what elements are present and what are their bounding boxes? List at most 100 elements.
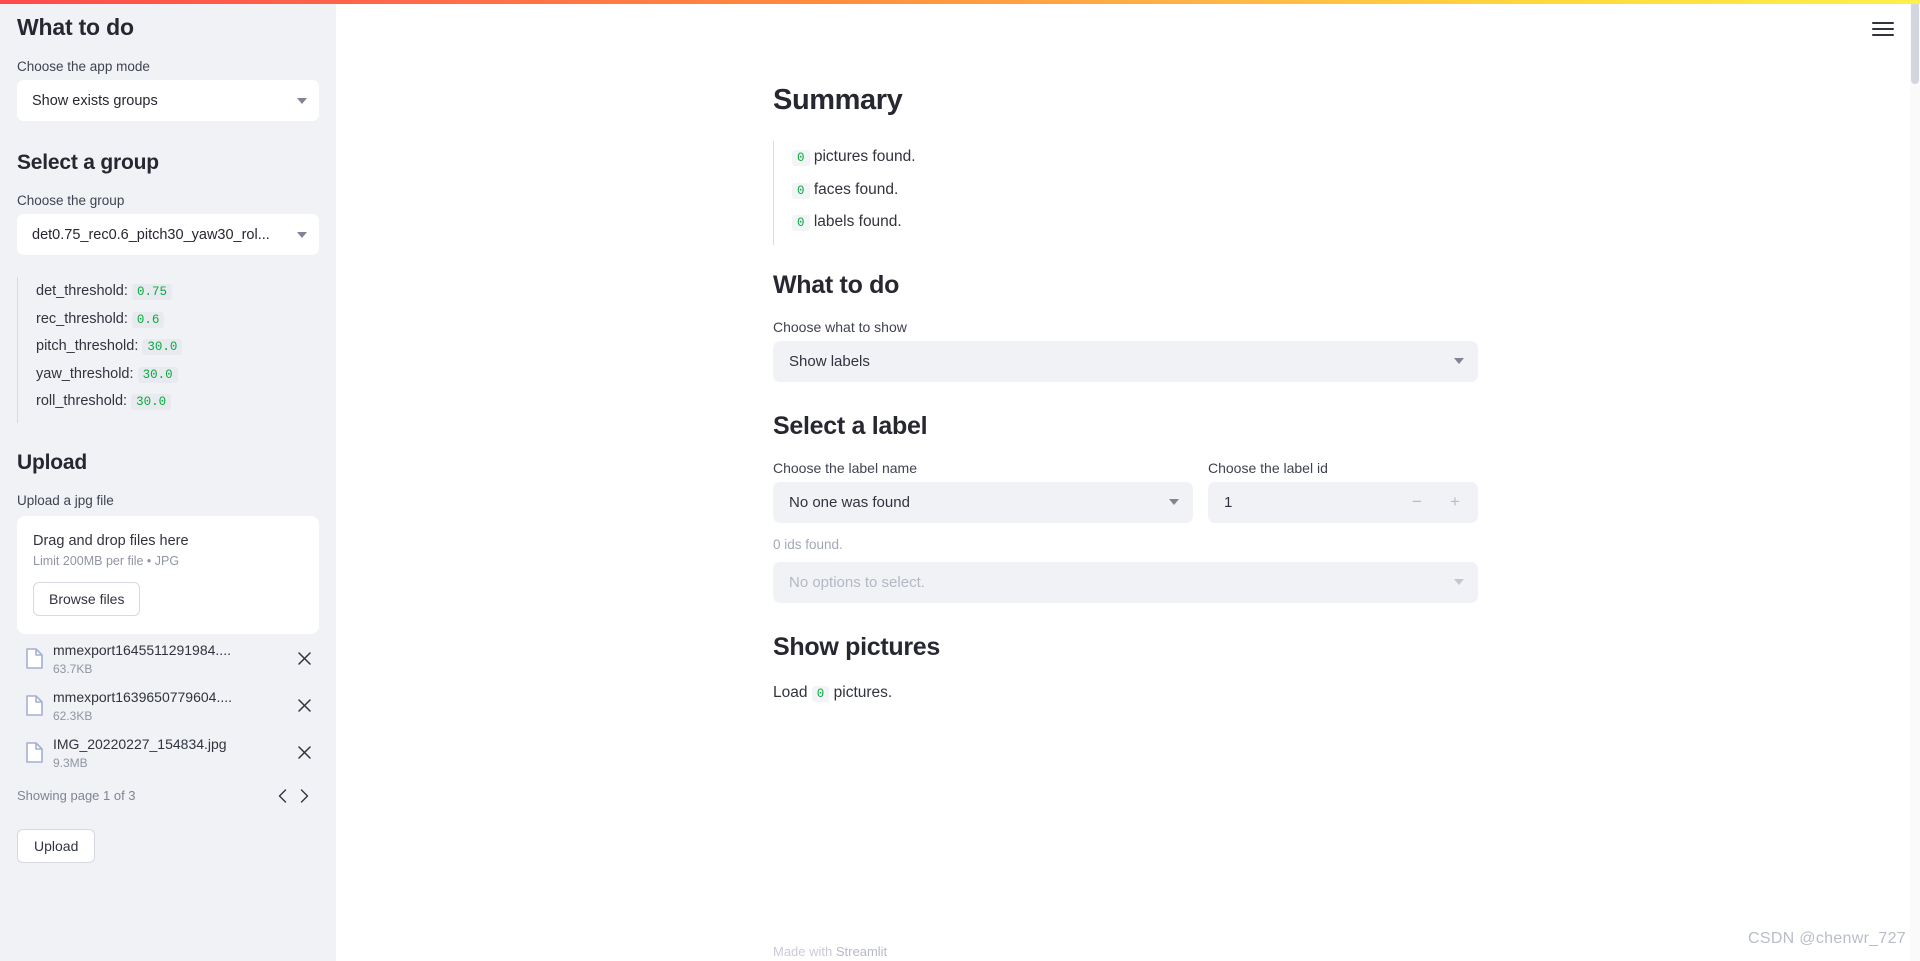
app-mode-value: Show exists groups	[32, 92, 158, 109]
show-select[interactable]: Show labels	[773, 340, 1478, 382]
group-label: Choose the group	[17, 193, 125, 208]
summary-text: pictures found.	[813, 148, 916, 165]
summary-title: Summary	[773, 84, 903, 116]
options-select-value: No options to select.	[789, 573, 925, 591]
hamburger-line	[1872, 22, 1894, 24]
sidebar-title: What to do	[17, 14, 134, 40]
label-id-value[interactable]: 1	[1224, 494, 1398, 511]
remove-file-icon[interactable]	[291, 652, 317, 665]
threshold-row: yaw_threshold: 30.0	[36, 364, 319, 387]
chevron-down-icon	[1454, 579, 1464, 585]
footer-brand[interactable]: Streamlit	[836, 944, 887, 959]
label-id-field: Choose the label id 1 − +	[1208, 460, 1478, 523]
upload-title: Upload	[17, 450, 87, 474]
scrollbar-thumb[interactable]	[1911, 2, 1919, 84]
summary-count: 0	[792, 182, 810, 199]
chevron-down-icon	[297, 97, 307, 104]
main-menu-icon[interactable]	[1868, 14, 1898, 44]
chevron-down-icon	[297, 231, 307, 238]
upload-label: Upload a jpg file	[17, 492, 114, 508]
file-size: 62.3KB	[53, 708, 93, 723]
footer: Made with Streamlit	[773, 944, 887, 959]
file-info: mmexport1645511291984.... 63.7KB	[51, 642, 291, 676]
summary-text: labels found.	[813, 213, 902, 230]
threshold-value: 30.0	[131, 394, 172, 410]
main-content: Summary 0 pictures found. 0 faces found.…	[336, 0, 1920, 961]
threshold-name: pitch_threshold:	[36, 338, 139, 354]
threshold-value: 30.0	[137, 366, 178, 383]
list-item: IMG_20220227_154834.jpg 9.3MB	[17, 731, 319, 775]
file-info: IMG_20220227_154834.jpg 9.3MB	[51, 736, 291, 770]
uploaded-file-list: mmexport1645511291984.... 63.7KB mmexpor…	[17, 637, 319, 775]
list-item: mmexport1639650779604.... 62.3KB	[17, 684, 319, 728]
previous-page-icon[interactable]	[271, 785, 293, 807]
threshold-row: det_threshold: 0.75	[36, 281, 319, 304]
label-name-select[interactable]: No one was found	[773, 481, 1193, 523]
options-select[interactable]: No options to select.	[773, 561, 1478, 603]
label-name-label: Choose the label name	[773, 459, 917, 476]
summary-text: faces found.	[813, 180, 899, 198]
threshold-name: det_threshold:	[36, 283, 128, 299]
sidebar: What to do Choose the app mode Show exis…	[0, 0, 336, 961]
file-icon	[17, 648, 51, 669]
group-value: det0.75_rec0.6_pitch30_yaw30_rol...	[32, 226, 270, 243]
hamburger-line	[1872, 34, 1894, 36]
dropzone-title: Drag and drop files here	[33, 532, 189, 549]
load-count: 0	[811, 685, 830, 702]
file-size: 9.3MB	[53, 755, 88, 770]
scrollbar-track[interactable]	[1910, 0, 1920, 961]
threshold-info-block: det_threshold: 0.75 rec_threshold: 0.6 p…	[17, 277, 319, 423]
file-dropzone[interactable]: Drag and drop files here Limit 200MB per…	[17, 515, 319, 634]
label-id-label: Choose the label id	[1208, 459, 1328, 476]
watermark: CSDN @chenwr_727	[1748, 930, 1906, 947]
chevron-down-icon	[1169, 499, 1179, 505]
group-select[interactable]: det0.75_rec0.6_pitch30_yaw30_rol...	[17, 214, 319, 255]
label-id-stepper[interactable]: 1 − +	[1208, 481, 1478, 523]
load-prefix: Load	[773, 683, 808, 701]
chevron-down-icon	[1454, 358, 1464, 364]
ids-found-text: 0 ids found.	[773, 536, 843, 552]
app-mode-label: Choose the app mode	[17, 59, 150, 74]
accent-top-bar	[0, 0, 1920, 4]
file-name: mmexport1639650779604....	[53, 688, 233, 705]
show-select-label: Choose what to show	[773, 318, 907, 335]
load-suffix: pictures.	[833, 683, 893, 701]
hamburger-line	[1872, 28, 1894, 30]
load-pictures-line: Load 0 pictures.	[773, 684, 1478, 702]
file-pagination: Showing page 1 of 3	[17, 785, 319, 807]
remove-file-icon[interactable]	[291, 699, 317, 712]
show-select-value: Show labels	[789, 352, 870, 370]
threshold-value: 0.75	[131, 284, 172, 300]
file-name: IMG_20220227_154834.jpg	[53, 735, 227, 752]
remove-file-icon[interactable]	[291, 746, 317, 759]
list-item: mmexport1645511291984.... 63.7KB	[17, 637, 319, 681]
app-mode-select[interactable]: Show exists groups	[17, 80, 319, 121]
summary-count: 0	[792, 215, 810, 231]
file-size: 63.7KB	[53, 661, 93, 676]
select-label-title: Select a label	[773, 411, 928, 440]
threshold-row: rec_threshold: 0.6	[36, 309, 319, 332]
threshold-row: roll_threshold: 30.0	[36, 391, 319, 414]
summary-item: 0 labels found.	[792, 209, 1478, 237]
summary-item: 0 faces found.	[792, 177, 1478, 205]
file-icon	[17, 742, 51, 763]
pagination-label: Showing page 1 of 3	[17, 788, 136, 803]
upload-button[interactable]: Upload	[17, 828, 96, 863]
threshold-name: yaw_threshold:	[36, 365, 134, 382]
dropzone-limit: Limit 200MB per file • JPG	[33, 553, 180, 568]
threshold-name: rec_threshold:	[36, 310, 128, 327]
file-icon	[17, 695, 51, 716]
what-to-do-title: What to do	[773, 270, 900, 299]
increment-icon[interactable]: +	[1436, 483, 1474, 521]
footer-made-with: Made with	[773, 944, 833, 959]
next-page-icon[interactable]	[293, 785, 315, 807]
decrement-icon[interactable]: −	[1398, 483, 1436, 521]
label-name-field: Choose the label name No one was found	[773, 460, 1193, 523]
browse-files-button[interactable]: Browse files	[33, 581, 141, 616]
file-name: mmexport1645511291984....	[53, 641, 231, 658]
show-pictures-title: Show pictures	[773, 632, 940, 661]
summary-list: 0 pictures found. 0 faces found. 0 label…	[773, 141, 1478, 245]
threshold-row: pitch_threshold: 30.0	[36, 336, 319, 359]
summary-count: 0	[792, 150, 810, 166]
file-info: mmexport1639650779604.... 62.3KB	[51, 689, 291, 723]
